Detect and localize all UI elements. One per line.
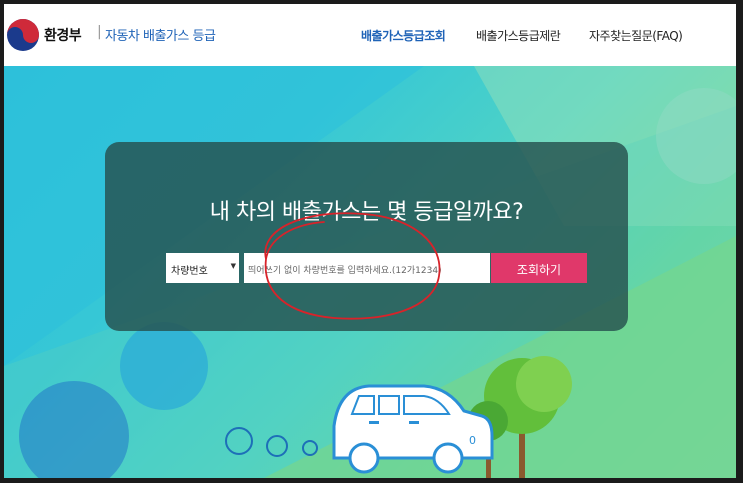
plate-number-input[interactable]: 띄어쓰기 없이 차량번호를 입력하세요.(12가1234) — [244, 253, 490, 283]
search-panel: 내 차의 배출가스는 몇 등급일까요? 차량번호 ▼ 띄어쓰기 없이 차량번호를… — [105, 142, 628, 331]
search-button[interactable]: 조회하기 — [491, 253, 587, 283]
nav-grade-lookup[interactable]: 배출가스등급조회 — [361, 27, 446, 44]
dropdown-arrow-icon: ▼ — [230, 262, 236, 270]
brand-name[interactable]: 환경부 — [44, 25, 82, 45]
car-label: 0 — [469, 434, 476, 447]
search-title: 내 차의 배출가스는 몇 등급일까요? — [209, 200, 524, 225]
search-type-value: 차량번호 — [171, 266, 208, 277]
brand-separator: | — [97, 24, 102, 40]
plate-number-placeholder: 띄어쓰기 없이 차량번호를 입력하세요.(12가1234) — [248, 266, 442, 276]
hero-section: 0 내 차의 배출가스는 몇 등급일까요? 차량번호 ▼ 띄어쓰기 없이 차량번… — [4, 66, 736, 478]
site-subtitle[interactable]: 자동차 배출가스 등급 — [105, 25, 216, 44]
nav-faq[interactable]: 자주찾는질문(FAQ) — [589, 27, 683, 44]
decor-circle — [120, 322, 208, 410]
browser-viewport: 환경부 | 자동차 배출가스 등급 배출가스등급조회 배출가스등급제란 자주찾는… — [4, 4, 736, 478]
search-type-select[interactable]: 차량번호 ▼ — [166, 253, 239, 283]
nav-grade-restriction[interactable]: 배출가스등급제란 — [476, 27, 561, 44]
ministry-logo-icon[interactable] — [6, 18, 40, 52]
site-header: 환경부 | 자동차 배출가스 등급 배출가스등급조회 배출가스등급제란 자주찾는… — [4, 4, 736, 66]
